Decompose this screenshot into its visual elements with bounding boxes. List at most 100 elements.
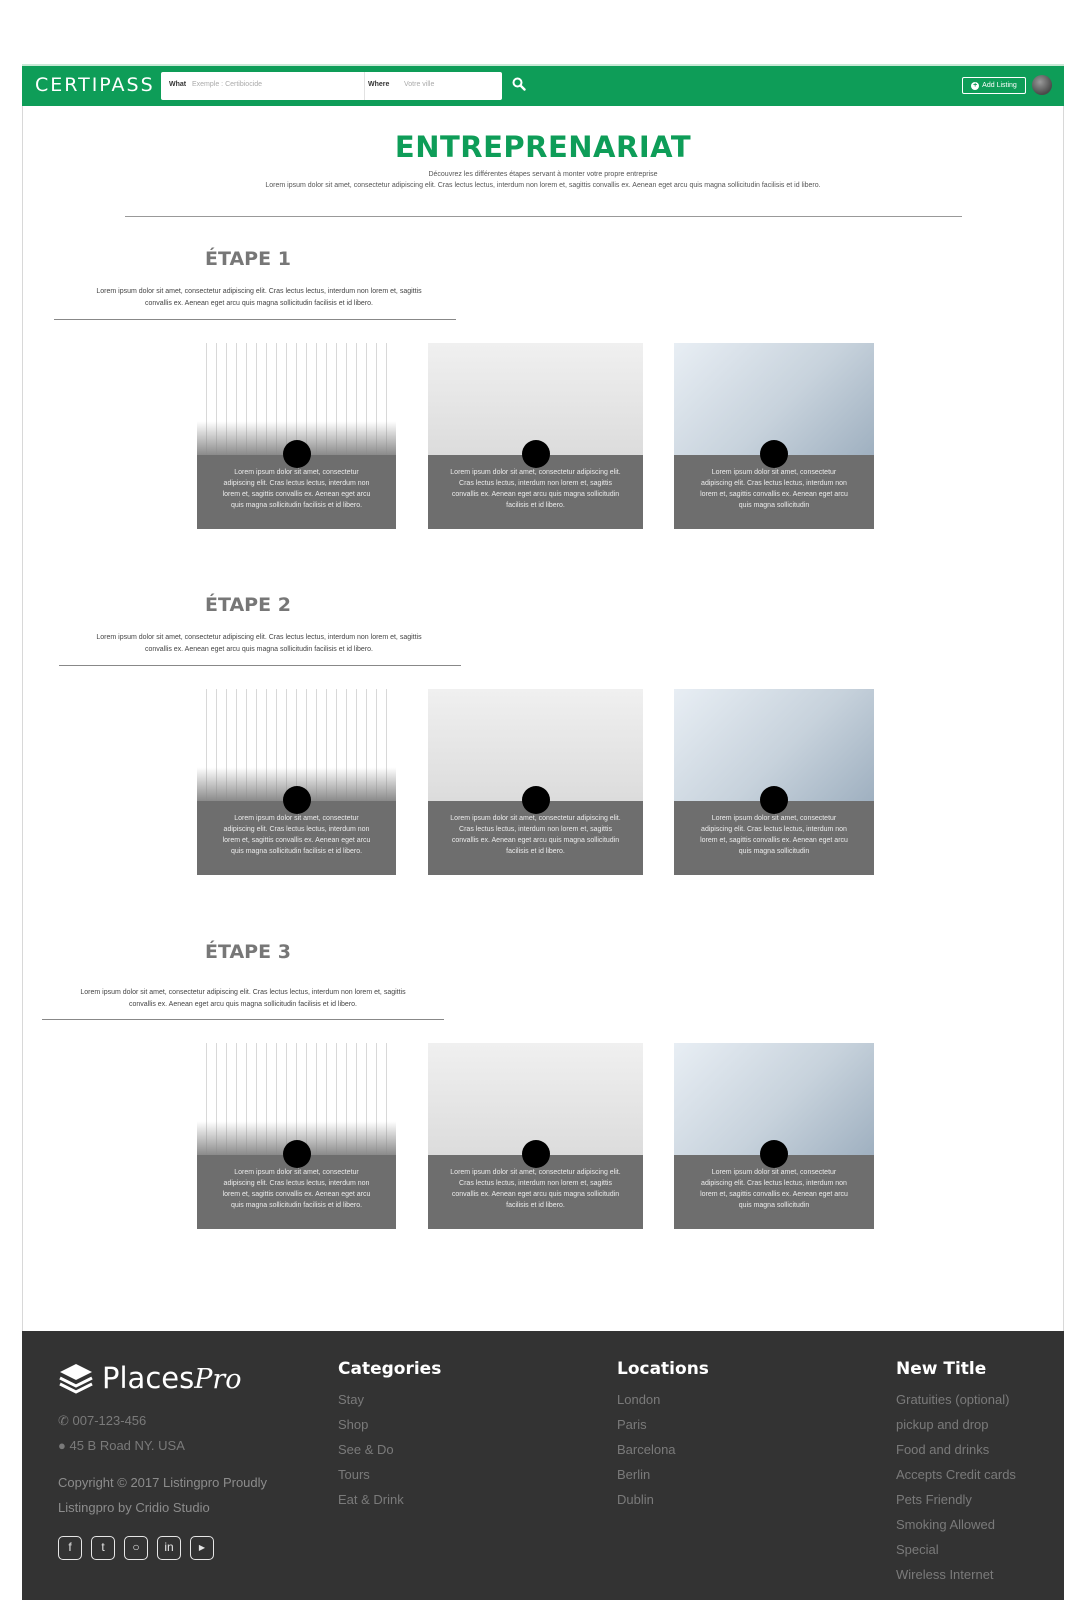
card-marker [282, 786, 311, 814]
footer-link[interactable]: Special [896, 1537, 1016, 1562]
step-card[interactable]: Lorem ipsum dolor sit amet, consectetur … [428, 343, 643, 529]
twitter-icon[interactable]: t [91, 1536, 115, 1560]
card-image [428, 343, 643, 455]
footer-link[interactable]: Berlin [617, 1462, 709, 1487]
card-marker [760, 1140, 788, 1168]
step-card[interactable]: Lorem ipsum dolor sit amet, consectetur … [197, 689, 396, 875]
footer-address: ● 45 B Road NY. USA [58, 1438, 185, 1453]
page-subtitle: Découvrez les différentes étapes servant… [428, 171, 658, 178]
footer-phone: ✆ 007-123-456 [58, 1413, 147, 1428]
add-listing-button[interactable]: + Add Listing [962, 77, 1026, 94]
card-image [428, 689, 643, 801]
card-image [674, 343, 874, 455]
card-marker [521, 440, 550, 468]
search-what-label: What [169, 81, 187, 88]
search-divider [364, 72, 365, 100]
site-footer: PlacesPro ✆ 007-123-456 ● 45 B Road NY. … [22, 1331, 1064, 1600]
card-text: Lorem ipsum dolor sit amet, consectetur … [222, 469, 371, 509]
instagram-icon[interactable]: ○ [124, 1536, 148, 1560]
step-divider [54, 319, 456, 320]
step-divider [42, 1019, 444, 1020]
search-where-input[interactable]: Votre ville [404, 81, 434, 88]
card-text: Lorem ipsum dolor sit amet, consectetur … [450, 1169, 621, 1209]
footer-link[interactable]: Smoking Allowed [896, 1512, 1016, 1537]
top-navbar: CERTIPASS What Exemple : Certibiocide Wh… [22, 64, 1064, 106]
card-marker [760, 786, 788, 814]
search-icon[interactable] [512, 77, 528, 93]
footer-column-title: Locations [617, 1359, 709, 1379]
add-listing-label: Add Listing [982, 82, 1017, 89]
linkedin-icon[interactable]: in [157, 1536, 181, 1560]
footer-link[interactable]: Accepts Credit cards [896, 1462, 1016, 1487]
search-what-input[interactable]: Exemple : Certibiocide [192, 81, 262, 88]
step-description: Lorem ipsum dolor sit amet, consectetur … [80, 989, 406, 1008]
layers-icon [59, 1364, 93, 1394]
youtube-icon[interactable]: ▶ [190, 1536, 214, 1560]
facebook-icon[interactable]: f [58, 1536, 82, 1560]
card-marker [282, 440, 311, 468]
footer-link[interactable]: Stay [338, 1387, 441, 1412]
footer-link[interactable]: See & Do [338, 1437, 441, 1462]
page-title: ENTREPRENARIAT [394, 130, 692, 164]
card-image [197, 343, 396, 455]
map-marker-icon: ● [58, 1438, 66, 1453]
plus-icon: + [971, 81, 980, 90]
site-logo[interactable]: CERTIPASS [35, 74, 155, 96]
card-image [197, 1043, 396, 1155]
step-description: Lorem ipsum dolor sit amet, consectetur … [96, 288, 422, 307]
step-title: ÉTAPE 2 [205, 594, 291, 616]
search-bar: What Exemple : Certibiocide Where Votre … [161, 72, 502, 100]
card-marker [282, 1140, 311, 1168]
step-title: ÉTAPE 1 [205, 248, 291, 270]
card-image [674, 1043, 874, 1155]
user-avatar[interactable] [1032, 75, 1052, 95]
step-title: ÉTAPE 3 [205, 941, 291, 963]
step-card[interactable]: Lorem ipsum dolor sit amet, consectetur … [674, 1043, 874, 1229]
card-marker [521, 786, 550, 814]
social-links: f t ○ in ▶ [58, 1536, 214, 1560]
step-card[interactable]: Lorem ipsum dolor sit amet, consectetur … [428, 689, 643, 875]
card-text: Lorem ipsum dolor sit amet, consectetur … [450, 815, 621, 855]
footer-column-categories: Categories Stay Shop See & Do Tours Eat … [338, 1359, 441, 1512]
search-where-label: Where [368, 81, 390, 88]
card-image [428, 1043, 643, 1155]
card-text: Lorem ipsum dolor sit amet, consectetur … [700, 1169, 848, 1209]
footer-copyright: Copyright © 2017 Listingpro Proudly List… [58, 1475, 268, 1515]
card-marker [760, 440, 788, 468]
footer-link[interactable]: Food and drinks [896, 1437, 1016, 1462]
card-text: Lorem ipsum dolor sit amet, consectetur … [450, 469, 621, 509]
footer-link[interactable]: Paris [617, 1412, 709, 1437]
card-text: Lorem ipsum dolor sit amet, consectetur … [700, 815, 848, 855]
step-card[interactable]: Lorem ipsum dolor sit amet, consectetur … [197, 343, 396, 529]
footer-column-title: Categories [338, 1359, 442, 1379]
step-card[interactable]: Lorem ipsum dolor sit amet, consectetur … [197, 1043, 396, 1229]
page-lead-text: Lorem ipsum dolor sit amet, consectetur … [265, 182, 821, 189]
footer-link[interactable]: Dublin [617, 1487, 709, 1512]
step-card[interactable]: Lorem ipsum dolor sit amet, consectetur … [674, 343, 874, 529]
footer-link[interactable]: Gratuities (optional) [896, 1387, 1016, 1412]
footer-link[interactable]: Barcelona [617, 1437, 709, 1462]
card-image [674, 689, 874, 801]
footer-link[interactable]: Pets Friendly [896, 1487, 1016, 1512]
footer-link[interactable]: Wireless Internet [896, 1562, 1016, 1587]
footer-link[interactable]: London [617, 1387, 709, 1412]
footer-logo[interactable]: PlacesPro [58, 1361, 242, 1395]
step-description: Lorem ipsum dolor sit amet, consectetur … [96, 634, 422, 653]
footer-link[interactable]: Eat & Drink [338, 1487, 441, 1512]
step-divider [59, 665, 461, 666]
footer-link[interactable]: Tours [338, 1462, 441, 1487]
phone-icon: ✆ [58, 1413, 69, 1428]
card-text: Lorem ipsum dolor sit amet, consectetur … [222, 815, 371, 855]
footer-link[interactable]: pickup and drop [896, 1412, 1016, 1437]
hero-divider [125, 216, 962, 217]
card-text: Lorem ipsum dolor sit amet, consectetur … [700, 469, 848, 509]
footer-logo-text: PlacesPro [102, 1361, 242, 1395]
card-image [197, 689, 396, 801]
footer-column-locations: Locations London Paris Barcelona Berlin … [617, 1359, 709, 1512]
footer-link[interactable]: Shop [338, 1412, 441, 1437]
footer-column-new-title: New Title Gratuities (optional) pickup a… [896, 1359, 1016, 1587]
card-marker [521, 1140, 550, 1168]
step-card[interactable]: Lorem ipsum dolor sit amet, consectetur … [674, 689, 874, 875]
step-card[interactable]: Lorem ipsum dolor sit amet, consectetur … [428, 1043, 643, 1229]
footer-column-title: New Title [896, 1359, 987, 1379]
